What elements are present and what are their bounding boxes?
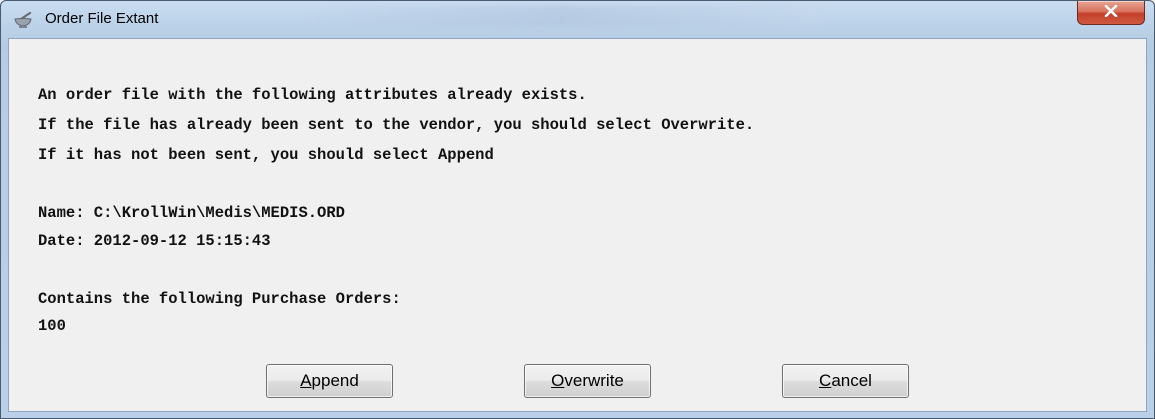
cancel-label: ancel (831, 371, 872, 390)
message-line-2: If the file has already been sent to the… (38, 116, 755, 134)
dialog-window: Order File Extant An order file with the… (0, 0, 1155, 419)
message-line-1: An order file with the following attribu… (38, 86, 587, 104)
overwrite-button[interactable]: Overwrite (524, 364, 651, 398)
dialog-body: An order file with the following attribu… (8, 38, 1147, 412)
message-line-3: If it has not been sent, you should sele… (38, 146, 494, 164)
background-window-ghost (301, 5, 821, 27)
append-button[interactable]: Append (266, 364, 393, 398)
purchase-orders-label: Contains the following Purchase Orders: (38, 290, 401, 308)
mortar-pestle-icon (13, 11, 33, 29)
cancel-button[interactable]: Cancel (782, 364, 909, 398)
close-icon (1104, 4, 1118, 22)
append-mnemonic: A (300, 371, 312, 390)
title-bar[interactable]: Order File Extant (1, 1, 1154, 39)
overwrite-mnemonic: O (551, 371, 565, 390)
overwrite-label: verwrite (564, 371, 624, 390)
cancel-mnemonic: C (819, 371, 832, 390)
file-name-line: Name: C:\KrollWin\Medis\MEDIS.ORD (38, 204, 345, 222)
file-date-line: Date: 2012-09-12 15:15:43 (38, 232, 271, 250)
window-title: Order File Extant (45, 10, 159, 27)
close-button[interactable] (1077, 1, 1145, 25)
append-label: ppend (311, 371, 359, 390)
purchase-order-number: 100 (38, 317, 66, 335)
